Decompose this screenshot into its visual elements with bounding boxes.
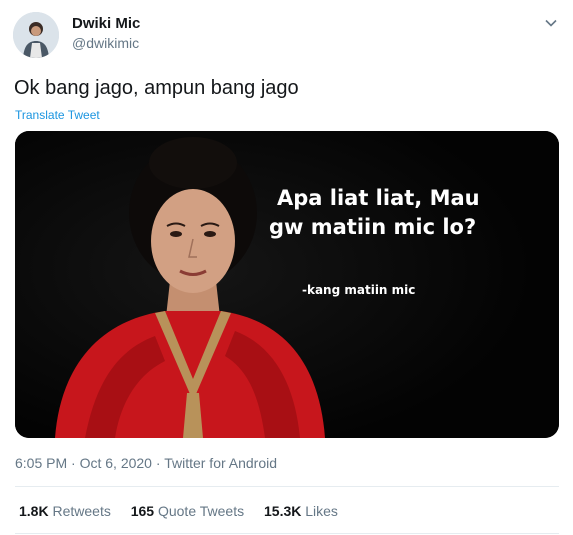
display-name[interactable]: Dwiki Mic [72,15,140,32]
tweet-meta: 6:05 PM · Oct 6, 2020 · Twitter for Andr… [15,455,277,471]
tweet-stats: 1.8K Retweets 165 Quote Tweets 15.3K Lik… [19,503,354,519]
divider [15,486,559,487]
quote-tweets-count: 165 [130,503,155,519]
tweet-time[interactable]: 6:05 PM [15,455,67,471]
meme-text-line-1: Apa liat liat, Mau [277,186,480,210]
meme-text-line-2: gw matiin mic lo? [269,215,477,239]
retweets-label: Retweets [52,503,111,519]
meme-credit: -kang matiin mic [302,283,416,297]
likes-label: Likes [305,503,338,519]
likes-stat[interactable]: 15.3K Likes [264,503,338,519]
retweets-stat[interactable]: 1.8K Retweets [19,503,111,519]
quote-tweets-stat[interactable]: 165 Quote Tweets [131,503,244,519]
tweet-text: Ok bang jago, ampun bang jago [14,77,299,99]
tweet-date[interactable]: Oct 6, 2020 [80,455,152,471]
retweets-count: 1.8K [19,503,49,519]
quote-tweets-label: Quote Tweets [157,503,245,519]
chevron-down-icon[interactable] [542,14,560,32]
tweet-card: Dwiki Mic @dwikimic Ok bang jago, ampun … [0,0,573,535]
tweet-source[interactable]: Twitter for Android [164,455,277,471]
meta-separator: · [155,455,161,471]
avatar-illustration [13,12,59,58]
meme-photo [15,131,559,438]
translate-tweet-link[interactable]: Translate Tweet [15,108,100,122]
divider [15,533,559,534]
likes-count: 15.3K [264,503,302,519]
avatar[interactable] [13,12,59,58]
meta-separator: · [71,455,76,471]
handle[interactable]: @dwikimic [72,35,139,51]
tweet-media[interactable]: Apa liat liat, Mau gw matiin mic lo? -ka… [15,131,559,438]
